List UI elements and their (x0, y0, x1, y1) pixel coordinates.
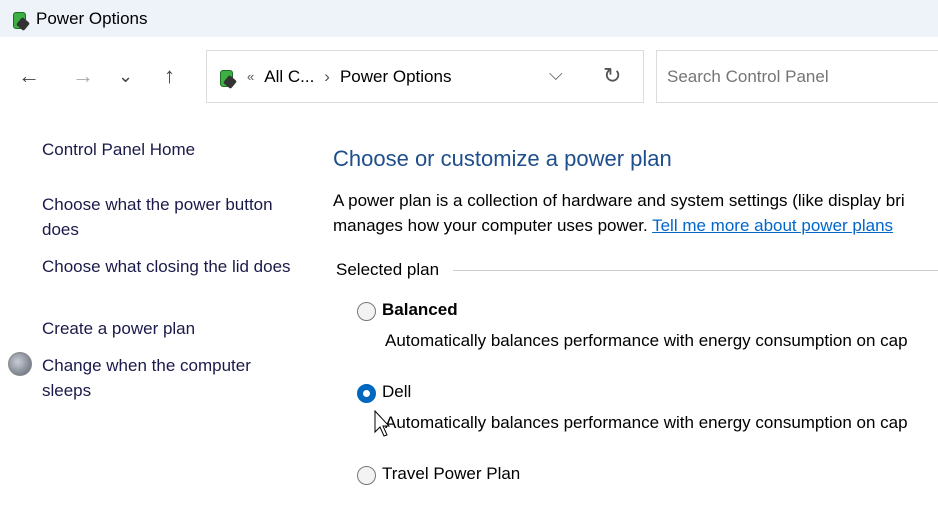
dell-description: Automatically balances performance with … (385, 413, 908, 432)
refresh-icon[interactable]: ↻ (603, 63, 621, 89)
power-options-icon (10, 7, 31, 31)
sidebar-item-computer-sleeps[interactable]: Change when the computer sleeps (42, 353, 302, 403)
selected-plan-group: Selected plan (336, 260, 938, 280)
forward-button[interactable]: → (72, 62, 94, 90)
balanced-label[interactable]: Balanced (382, 300, 458, 320)
dell-radio[interactable] (357, 384, 376, 403)
back-button[interactable]: ← (18, 62, 40, 90)
page-title: Choose or customize a power plan (333, 146, 672, 171)
breadcrumb-separator[interactable]: › (324, 67, 330, 87)
sleep-icon (8, 352, 32, 376)
page-description: A power plan is a collection of hardware… (333, 188, 905, 238)
mouse-cursor-icon (374, 410, 390, 437)
breadcrumb-power-options[interactable]: Power Options (340, 67, 452, 87)
address-dropdown-icon[interactable]: ⌵ (549, 64, 563, 85)
dell-label[interactable]: Dell (382, 382, 411, 402)
power-options-icon (217, 65, 238, 89)
recent-locations-button[interactable]: ⌄ (118, 62, 133, 90)
up-button[interactable]: ↑ (164, 62, 175, 90)
travel-power-plan-radio[interactable] (357, 466, 376, 485)
title-bar: Power Options (0, 0, 938, 37)
description-line: manages how your computer uses power. (333, 216, 648, 235)
travel-power-plan-label[interactable]: Travel Power Plan (382, 464, 520, 484)
sidebar-item-closing-lid[interactable]: Choose what closing the lid does (42, 254, 302, 279)
description-line: A power plan is a collection of hardware… (333, 191, 905, 210)
power-plans-help-link[interactable]: Tell me more about power plans (652, 216, 893, 235)
balanced-description: Automatically balances performance with … (385, 331, 908, 350)
group-label: Selected plan (336, 260, 440, 279)
window-title: Power Options (36, 8, 148, 28)
breadcrumb-all-control-panel[interactable]: All C... (264, 67, 314, 87)
sidebar-item-create-plan[interactable]: Create a power plan (42, 316, 302, 341)
sidebar-item-power-button[interactable]: Choose what the power button does (42, 192, 302, 242)
address-bar[interactable]: « All C... › Power Options ⌵ ↻ (206, 50, 644, 103)
sidebar-item-control-panel-home[interactable]: Control Panel Home (42, 137, 302, 162)
breadcrumb-overflow[interactable]: « (247, 69, 254, 84)
search-input[interactable] (656, 50, 938, 103)
balanced-radio[interactable] (357, 302, 376, 321)
